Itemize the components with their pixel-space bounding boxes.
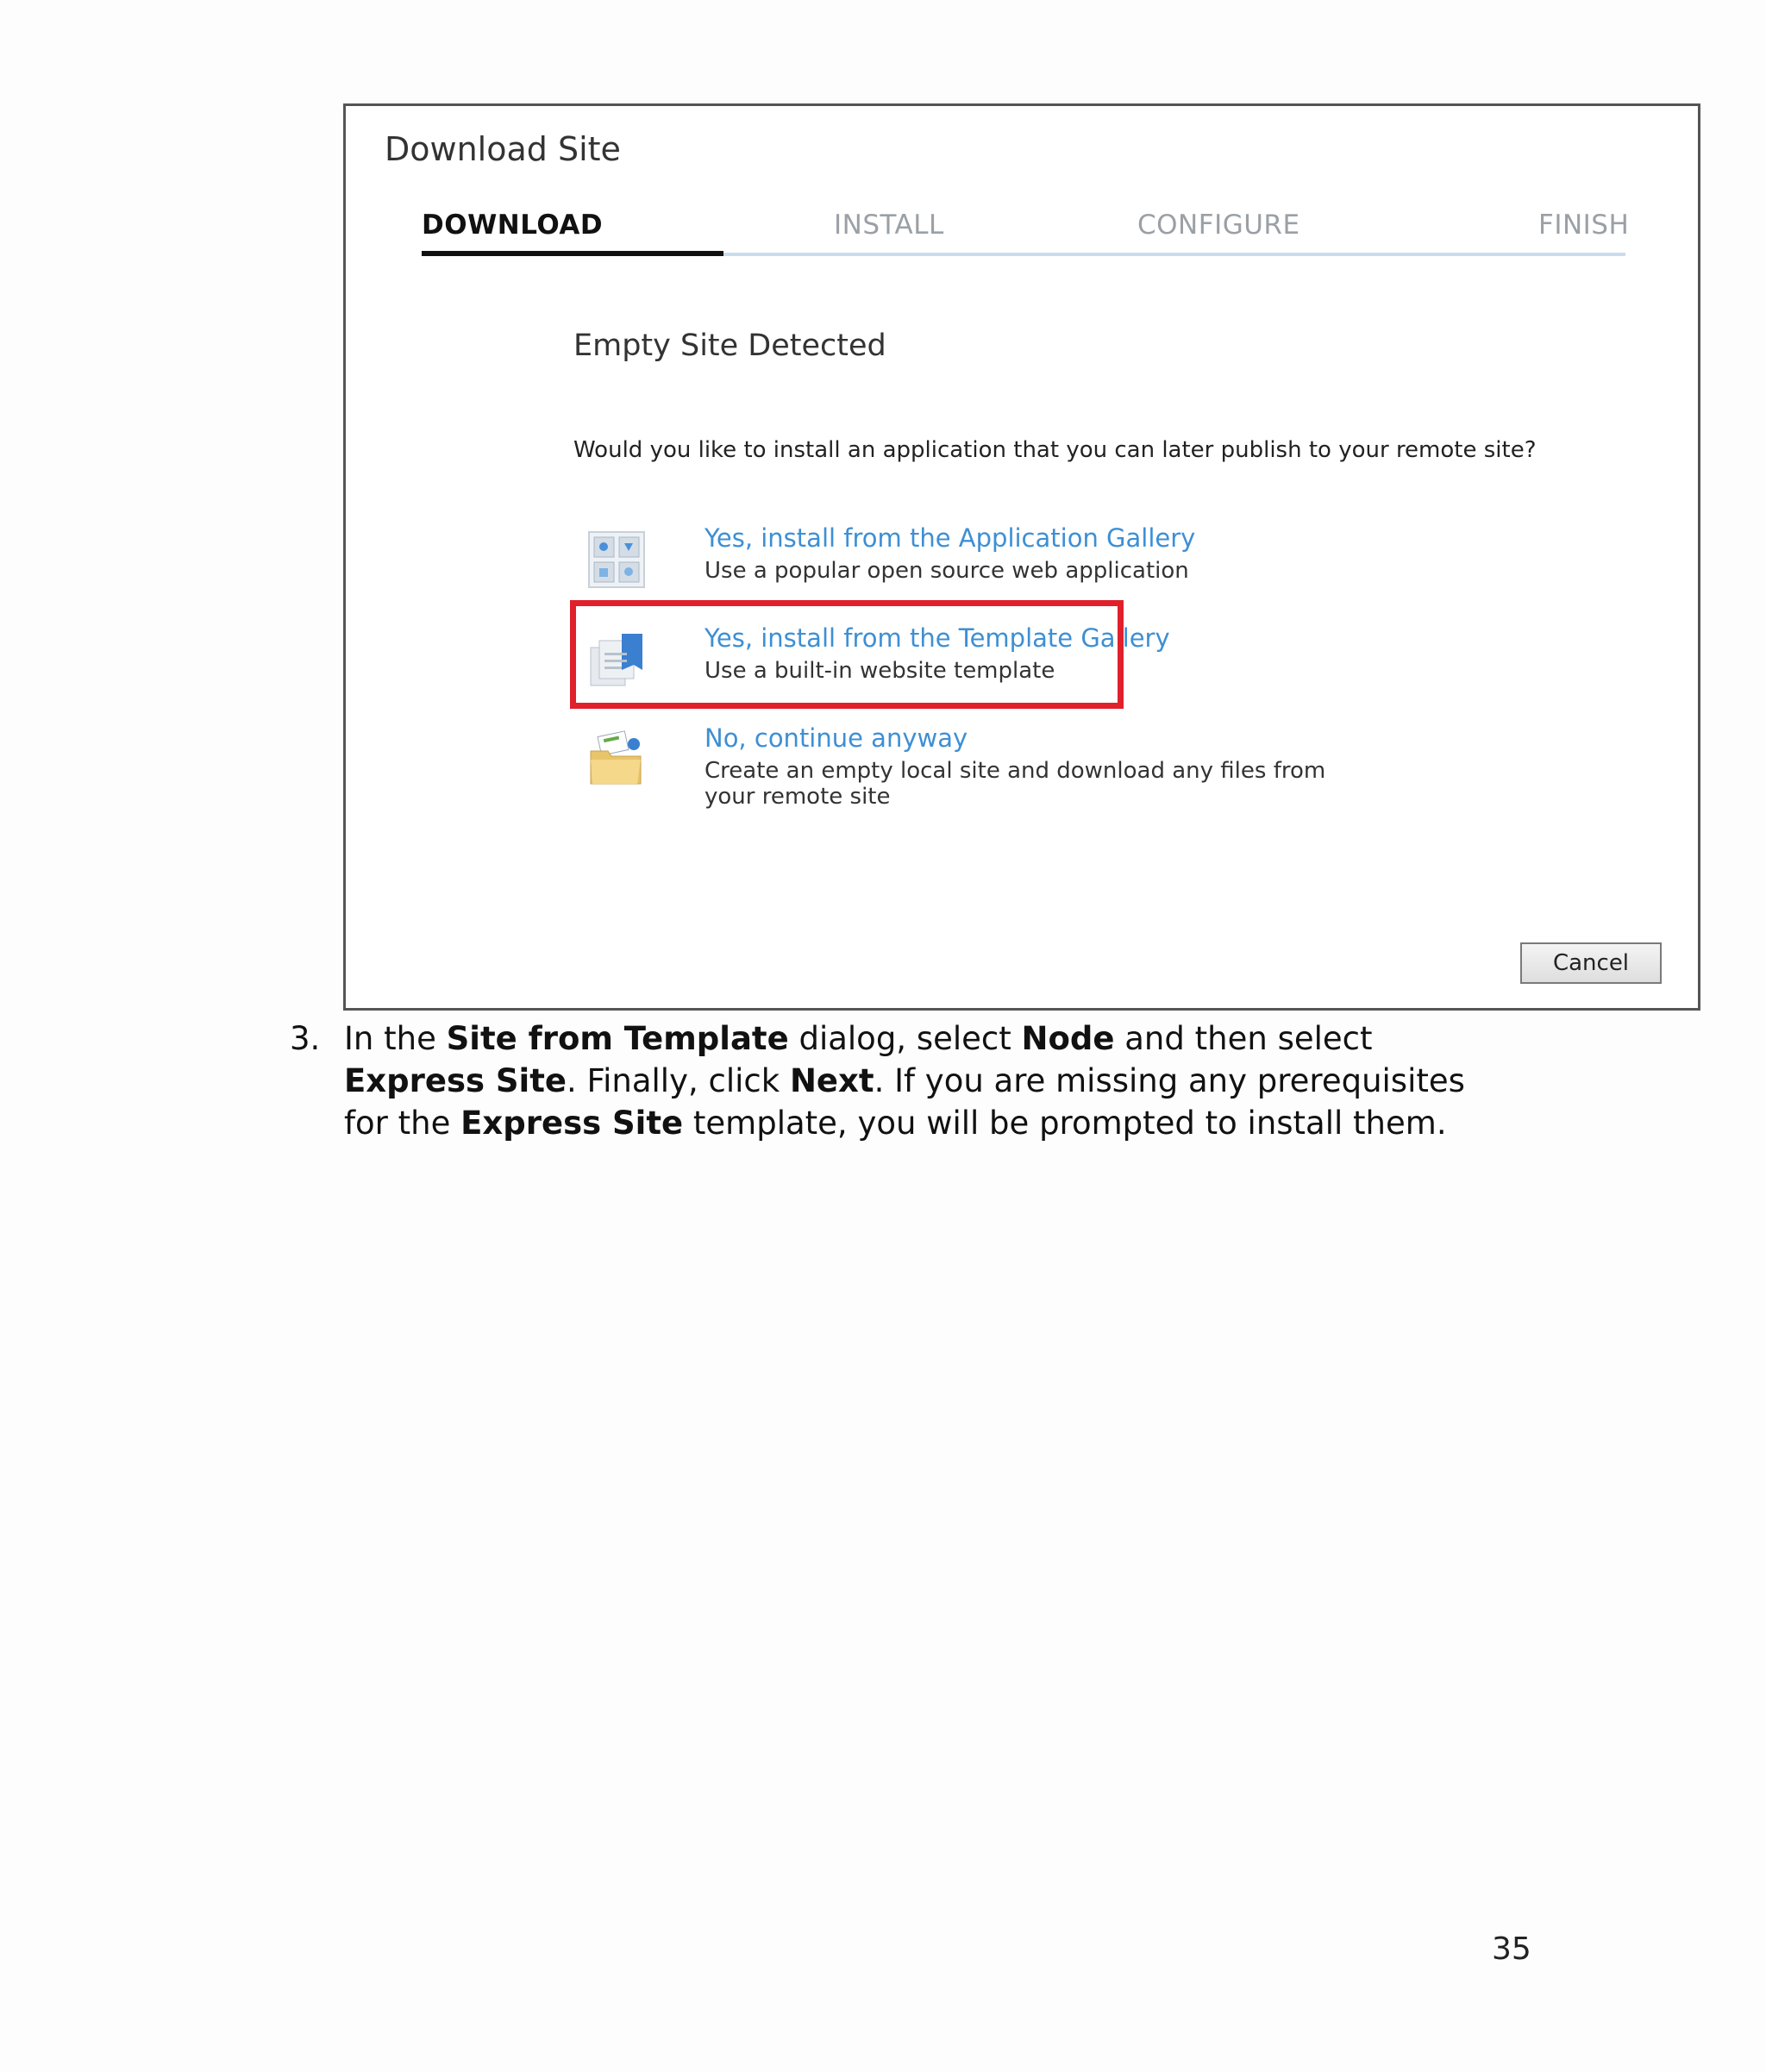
- step-finish: FINISH: [1538, 210, 1630, 241]
- option-description: Use a popular open source web applicatio…: [705, 558, 1189, 584]
- step-text-part: In the: [344, 1020, 447, 1057]
- option-description: Create an empty local site and download …: [705, 758, 1326, 810]
- step-configure: CONFIGURE: [1137, 210, 1300, 241]
- step-install: INSTALL: [834, 210, 944, 241]
- install-question: Would you like to install an application…: [573, 437, 1537, 463]
- step-text-part: and then select: [1114, 1020, 1373, 1057]
- option-title[interactable]: No, continue anyway: [705, 723, 968, 753]
- step-text-bold: Site from Template: [446, 1020, 789, 1057]
- step-progress-active: [422, 251, 723, 256]
- step-download: DOWNLOAD: [422, 210, 604, 241]
- step-text-part: template, you will be prompted to instal…: [683, 1105, 1447, 1142]
- option-application-gallery[interactable]: Yes, install from the Application Galler…: [587, 523, 1363, 601]
- download-site-dialog: Download Site DOWNLOAD INSTALL CONFIGURE…: [343, 103, 1700, 1011]
- folder-icon: [587, 730, 646, 789]
- option-continue-anyway[interactable]: No, continue anyway Create an empty loca…: [587, 723, 1363, 810]
- page-number: 35: [1492, 1931, 1531, 1967]
- step-text-bold: Node: [1021, 1020, 1115, 1057]
- step-text-bold: Express Site: [460, 1105, 684, 1142]
- option-title[interactable]: Yes, install from the Application Galler…: [705, 523, 1195, 553]
- cancel-button[interactable]: Cancel: [1520, 942, 1662, 984]
- step-text-part: . Finally, click: [567, 1062, 790, 1099]
- step-number: 3.: [290, 1020, 321, 1057]
- step-text-bold: Next: [789, 1062, 874, 1099]
- step-text-bold: Express Site: [344, 1062, 567, 1099]
- application-gallery-icon: [587, 530, 646, 589]
- step-text: In the Site from Template dialog, select…: [344, 1017, 1482, 1144]
- highlight-box: [570, 600, 1124, 709]
- step-text-part: dialog, select: [788, 1020, 1022, 1057]
- dialog-title: Download Site: [385, 130, 621, 168]
- section-heading: Empty Site Detected: [573, 329, 886, 363]
